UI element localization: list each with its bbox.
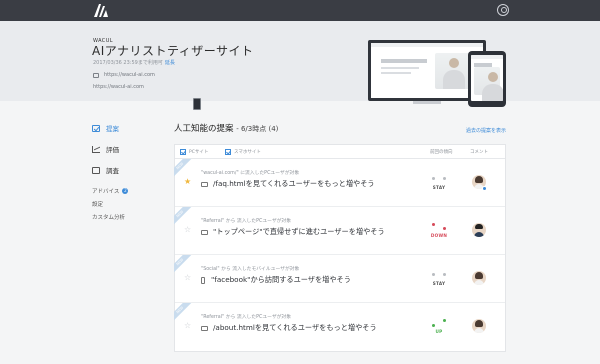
new-ribbon: NEW bbox=[174, 303, 192, 321]
trend-indicator: UP bbox=[429, 318, 449, 340]
sidebar-item-advice[interactable]: アドバイス 2 bbox=[92, 185, 162, 196]
row-target: "Social" から 流入したモバイルユーザが対象 bbox=[201, 267, 300, 272]
sidebar-item-settings[interactable]: 設定 bbox=[92, 198, 162, 209]
avatar[interactable] bbox=[472, 271, 486, 285]
headline-text: /faq.htmlを見てくれるユーザーをもっと増やそう bbox=[213, 179, 375, 188]
trend-indicator: STAY bbox=[429, 174, 449, 196]
row-target: "Referral" から 流入したPCユーザが対象 bbox=[201, 315, 292, 320]
mobile-icon bbox=[201, 276, 205, 284]
filter-pc[interactable]: PCサイト bbox=[180, 149, 208, 155]
row-headline[interactable]: /faq.htmlを見てくれるユーザーをもっと増やそう bbox=[201, 179, 375, 189]
sidebar-item-label: 設定 bbox=[92, 201, 104, 208]
row-headline[interactable]: "facebook"から訪問するユーザを増やそう bbox=[201, 275, 351, 285]
sidebar-item-proposals[interactable]: 提案 bbox=[92, 122, 162, 134]
trend-label: DOWN bbox=[430, 233, 448, 238]
sidebar-item-label: アドバイス bbox=[92, 188, 120, 195]
availability: 2017/03/36 23:59まで利用可 延長 bbox=[93, 59, 175, 66]
filter-sp[interactable]: スマホサイト bbox=[225, 149, 261, 155]
sidebar-item-label: 提案 bbox=[106, 125, 119, 133]
row-headline[interactable]: "トップページ"で直帰せずに進むユーザーを増やそう bbox=[201, 227, 385, 237]
top-bar bbox=[0, 0, 600, 21]
page-title-text: 人工知能の提案 bbox=[174, 124, 234, 134]
table-row[interactable]: NEW ★ "wacul-ai.com/" に流入したPCユーザが対象 /faq… bbox=[174, 159, 505, 207]
star-icon[interactable]: ★ bbox=[184, 178, 191, 186]
check-icon bbox=[92, 124, 100, 132]
sidebar-item-evaluation[interactable]: 評価 bbox=[92, 143, 162, 155]
device-preview-image bbox=[368, 37, 508, 107]
row-target: "Referral" から 流入したPCユーザが対象 bbox=[201, 219, 292, 224]
site-url-text[interactable]: https://wacul-ai.com bbox=[104, 72, 155, 78]
site-url-pc: https://wacul-ai.com bbox=[93, 72, 155, 78]
mobile-preview bbox=[468, 51, 506, 107]
comment-badge bbox=[482, 186, 487, 191]
avatar[interactable] bbox=[472, 223, 486, 237]
desktop-icon bbox=[201, 229, 208, 235]
headline-text: "トップページ"で直帰せずに進むユーザーを増やそう bbox=[213, 227, 385, 236]
checkbox-icon bbox=[180, 149, 186, 155]
page-title: 人工知能の提案 - 6/3時点 (4) bbox=[174, 122, 506, 134]
star-icon[interactable]: ☆ bbox=[184, 274, 191, 282]
user-circle-icon[interactable] bbox=[497, 4, 509, 16]
trend-indicator: DOWN bbox=[429, 222, 449, 244]
desktop-icon bbox=[201, 325, 208, 331]
new-ribbon: NEW bbox=[174, 159, 192, 177]
star-icon[interactable]: ☆ bbox=[184, 226, 191, 234]
sidebar-item-custom-analysis[interactable]: カスタム分析 bbox=[92, 211, 162, 222]
desktop-icon bbox=[93, 72, 99, 78]
sidebar: 提案 評価 調査 アドバイス 2 設定 カスタム分析 bbox=[92, 122, 162, 224]
column-trend: 前回の傾向 bbox=[430, 150, 453, 155]
table-row[interactable]: NEW ☆ "Referral" から 流入したPCユーザが対象 "トップページ… bbox=[174, 207, 505, 255]
row-headline[interactable]: /about.htmlを見てくれるユーザをもっと増やそう bbox=[201, 323, 377, 333]
column-comment: コメント bbox=[470, 150, 488, 155]
table-row[interactable]: NEW ☆ "Referral" から 流入したPCユーザが対象 /about.… bbox=[174, 303, 505, 351]
trend-label: UP bbox=[435, 329, 443, 334]
headline-text: "facebook"から訪問するユーザを増やそう bbox=[211, 275, 351, 284]
new-ribbon: NEW bbox=[174, 255, 192, 273]
filter-label: PCサイト bbox=[189, 150, 209, 155]
site-url-sp: https://wacul-ai.com bbox=[93, 84, 201, 110]
trend-label: STAY bbox=[432, 281, 446, 286]
star-icon[interactable]: ☆ bbox=[184, 322, 191, 330]
chart-icon bbox=[92, 145, 100, 153]
mobile-icon bbox=[193, 98, 201, 110]
headline-text: /about.htmlを見てくれるユーザをもっと増やそう bbox=[213, 323, 377, 332]
sidebar-item-label: カスタム分析 bbox=[92, 214, 126, 221]
site-header bbox=[0, 21, 600, 101]
site-url-text[interactable]: https://wacul-ai.com bbox=[93, 84, 144, 90]
proposals-panel: 人工知能の提案 - 6/3時点 (4) 過去の提案を表示 PCサイト スマホサイ… bbox=[174, 122, 506, 352]
checkbox-icon bbox=[225, 149, 231, 155]
availability-date: 2017/03/36 23:59まで利用可 bbox=[93, 60, 163, 66]
avatar[interactable] bbox=[472, 319, 486, 333]
new-ribbon: NEW bbox=[174, 207, 192, 225]
site-title: AIアナリストティザーサイト bbox=[92, 44, 254, 58]
sidebar-item-label: 調査 bbox=[106, 167, 119, 175]
proposals-table: PCサイト スマホサイト 前回の傾向 コメント NEW ★ "wacul-ai.… bbox=[174, 144, 506, 352]
table-header: PCサイト スマホサイト 前回の傾向 コメント bbox=[175, 145, 505, 159]
row-target: "wacul-ai.com/" に流入したPCユーザが対象 bbox=[201, 171, 300, 176]
sidebar-item-research[interactable]: 調査 bbox=[92, 164, 162, 176]
extend-link[interactable]: 延長 bbox=[165, 60, 175, 66]
proposal-count: - 6/3時点 (4) bbox=[236, 125, 279, 133]
filter-label: スマホサイト bbox=[234, 150, 261, 155]
trend-label: STAY bbox=[432, 185, 446, 190]
show-past-proposals-link[interactable]: 過去の提案を表示 bbox=[466, 127, 506, 134]
wacul-logo[interactable] bbox=[94, 4, 108, 17]
sidebar-item-label: 評価 bbox=[106, 146, 119, 154]
count-badge: 2 bbox=[122, 187, 129, 194]
trend-indicator: STAY bbox=[429, 270, 449, 292]
desktop-icon bbox=[201, 181, 208, 187]
table-row[interactable]: NEW ☆ "Social" から 流入したモバイルユーザが対象 "facebo… bbox=[174, 255, 505, 303]
search-icon bbox=[92, 166, 100, 174]
